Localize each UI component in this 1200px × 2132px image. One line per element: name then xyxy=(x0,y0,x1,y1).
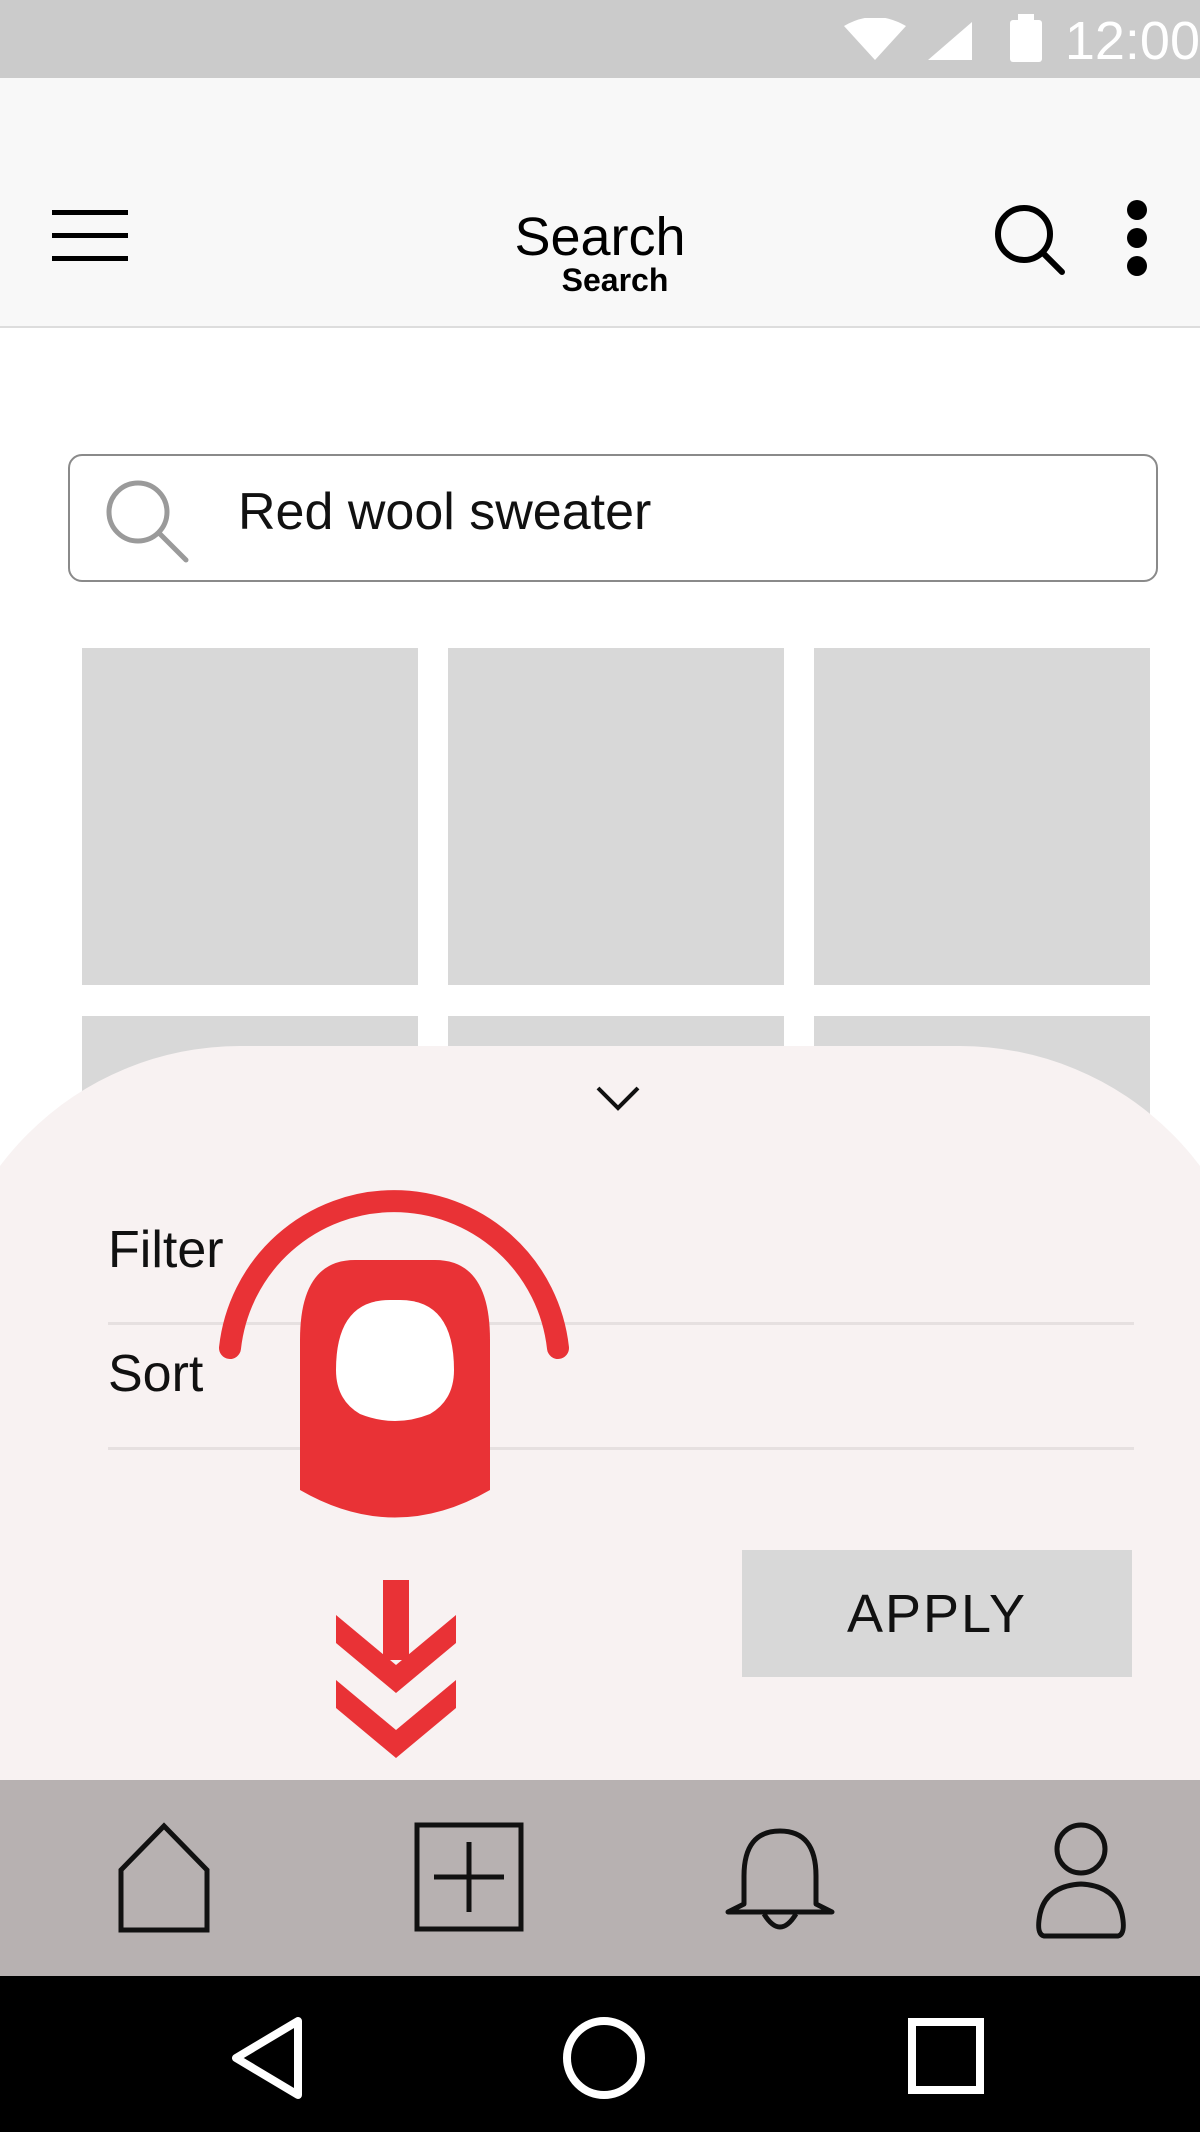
apply-button[interactable]: APPLY xyxy=(742,1550,1132,1677)
filter-option[interactable]: Filter xyxy=(108,1220,224,1280)
wifi-icon xyxy=(844,18,906,60)
search-icon[interactable] xyxy=(994,204,1066,276)
swipe-down-gesture-icon xyxy=(219,1190,569,1758)
search-input-value[interactable]: Red wool sweater xyxy=(238,482,651,542)
status-time: 12:00 xyxy=(1064,11,1200,71)
signal-icon xyxy=(928,22,972,60)
home-circle-icon[interactable] xyxy=(562,2016,646,2100)
bottom-sheet xyxy=(0,1046,1200,1806)
sort-option[interactable]: Sort xyxy=(108,1344,203,1404)
add-box-icon[interactable] xyxy=(414,1822,524,1932)
result-tile[interactable] xyxy=(814,648,1150,985)
profile-icon[interactable] xyxy=(1034,1822,1128,1940)
chevron-down-icon[interactable] xyxy=(596,1086,640,1112)
result-tile[interactable] xyxy=(82,648,418,985)
search-field-icon xyxy=(106,480,189,563)
home-icon[interactable] xyxy=(116,1822,212,1934)
back-icon[interactable] xyxy=(228,2016,304,2100)
result-tile[interactable] xyxy=(448,648,784,985)
recents-icon[interactable] xyxy=(908,2018,984,2094)
battery-icon xyxy=(1010,14,1042,62)
status-bar: 12:00 xyxy=(0,0,1200,78)
notifications-icon[interactable] xyxy=(724,1826,836,1936)
more-vert-icon[interactable] xyxy=(1124,200,1150,276)
